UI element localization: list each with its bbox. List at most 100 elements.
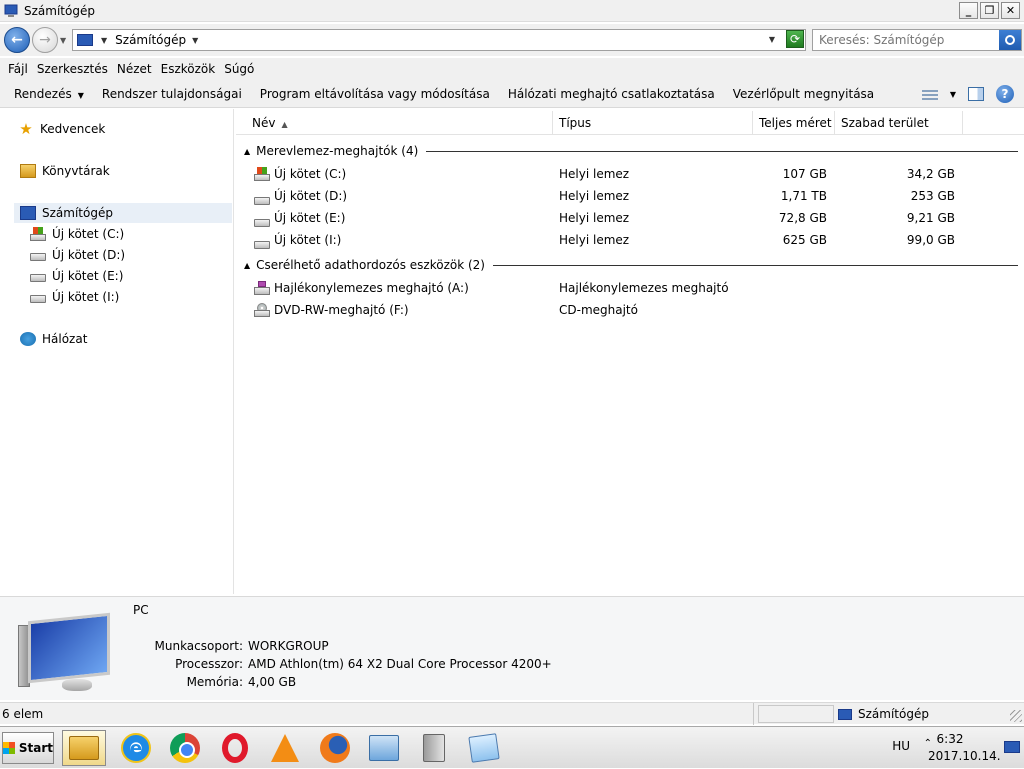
column-free-space[interactable]: Szabad terület — [835, 111, 963, 135]
window-title: Számítógép — [24, 3, 95, 18]
chevron-down-icon[interactable]: ▼ — [192, 36, 198, 45]
resize-grip[interactable] — [1010, 710, 1022, 722]
sidebar-item-libraries[interactable]: Könyvtárak — [20, 161, 110, 181]
column-type[interactable]: Típus — [553, 111, 753, 135]
table-row[interactable]: Új kötet (C:) Helyi lemez 107 GB 34,2 GB — [252, 163, 972, 185]
search-input[interactable] — [813, 30, 997, 50]
minimize-button[interactable]: _ — [959, 2, 978, 19]
row-free: 253 GB — [910, 189, 955, 203]
status-location: Számítógép — [838, 703, 929, 725]
taskbar-opera[interactable] — [213, 730, 257, 766]
sidebar-item-network[interactable]: Hálózat — [20, 329, 87, 349]
chevron-down-icon[interactable]: ▼ — [101, 36, 107, 45]
chrome-icon — [170, 733, 200, 763]
menu-file[interactable]: Fájl — [8, 62, 28, 76]
notes-icon — [468, 733, 500, 763]
address-row: ← → ▼ ▼ Számítógép ▼ ▼ ⟳ — [0, 24, 1024, 56]
clock-time[interactable]: 6:32 — [920, 732, 980, 746]
taskbar-explorer[interactable] — [62, 730, 106, 766]
breadcrumb-computer[interactable]: Számítógép — [115, 33, 186, 47]
organize-label: Rendezés — [14, 86, 72, 101]
status-location-label: Számítógép — [858, 707, 929, 721]
taskbar-firefox[interactable] — [313, 730, 357, 766]
row-name: Hajlékonylemezes meghajtó (A:) — [274, 281, 469, 295]
row-name: Új kötet (E:) — [274, 211, 346, 225]
item-count: 6 elem — [2, 703, 754, 725]
computer-icon — [20, 206, 36, 220]
help-icon[interactable]: ? — [996, 85, 1014, 103]
column-name-label: Név — [252, 116, 276, 130]
sidebar-item-label: Számítógép — [42, 206, 113, 220]
table-row[interactable]: Új kötet (D:) Helyi lemez 1,71 TB 253 GB — [252, 185, 972, 207]
menu-edit[interactable]: Szerkesztés — [37, 62, 108, 76]
open-control-panel-button[interactable]: Vezérlőpult megnyitása — [733, 87, 874, 101]
sidebar-item-label: Új kötet (D:) — [52, 248, 126, 262]
search-button[interactable] — [999, 30, 1021, 50]
arrow-right-icon: → — [39, 32, 51, 48]
sidebar-item-drive-i[interactable]: Új kötet (I:) — [30, 287, 119, 307]
collapse-icon[interactable]: ▲ — [244, 261, 250, 270]
system-drive-icon — [30, 227, 46, 241]
address-bar[interactable]: ▼ Számítógép ▼ ▼ — [72, 29, 806, 51]
hard-drive-icon — [30, 253, 46, 261]
group-removable-devices[interactable]: ▲ Cserélhető adathordozós eszközök (2) — [244, 256, 1018, 274]
collapse-icon[interactable]: ▲ — [244, 147, 250, 156]
table-row[interactable]: DVD-RW-meghajtó (F:) CD-meghajtó — [252, 299, 972, 321]
start-label: Start — [18, 741, 53, 755]
sidebar-item-drive-c[interactable]: Új kötet (C:) — [30, 224, 124, 244]
taskbar-vlc[interactable] — [263, 730, 307, 766]
taskbar-address-book[interactable] — [412, 730, 456, 766]
clock-date[interactable]: 2017.10.14. — [928, 749, 1001, 763]
maximize-button[interactable]: ❐ — [980, 2, 999, 19]
address-history-dropdown[interactable]: ▼ — [769, 35, 775, 44]
start-button[interactable]: Start — [2, 732, 54, 764]
menu-help[interactable]: Súgó — [224, 62, 254, 76]
taskbar-notes[interactable] — [462, 730, 506, 766]
file-list: Név ▲ Típus Teljes méret Szabad terület ▲… — [236, 109, 1024, 594]
system-properties-button[interactable]: Rendszer tulajdonságai — [102, 87, 242, 101]
arrow-left-icon: ← — [11, 32, 23, 48]
taskbar-internet-explorer[interactable]: e — [114, 730, 158, 766]
table-row[interactable]: Új kötet (E:) Helyi lemez 72,8 GB 9,21 G… — [252, 207, 972, 229]
row-total: 1,71 TB — [780, 189, 827, 203]
column-name[interactable]: Név ▲ — [246, 111, 553, 135]
memory-label: Memória: — [186, 675, 243, 689]
preview-pane-icon[interactable] — [968, 87, 984, 101]
system-drive-icon — [254, 167, 270, 181]
recent-pages-dropdown[interactable]: ▼ — [60, 36, 66, 45]
chevron-down-icon[interactable]: ▼ — [950, 90, 956, 99]
uninstall-program-button[interactable]: Program eltávolítása vagy módosítása — [260, 87, 490, 101]
explorer-icon — [69, 736, 99, 760]
show-desktop-icon[interactable] — [1004, 741, 1020, 753]
sidebar-item-computer[interactable]: Számítógép — [14, 203, 232, 223]
close-button[interactable]: ✕ — [1001, 2, 1020, 19]
column-total-size[interactable]: Teljes méret — [753, 111, 835, 135]
group-hard-drives[interactable]: ▲ Merevlemez-meghajtók (4) — [244, 142, 1018, 160]
star-icon: ★ — [19, 120, 33, 138]
forward-button[interactable]: → — [32, 27, 58, 53]
sidebar-item-drive-e[interactable]: Új kötet (E:) — [30, 266, 123, 286]
table-row[interactable]: Hajlékonylemezes meghajtó (A:) Hajlékony… — [252, 277, 972, 299]
processor-label: Processzor: — [175, 657, 243, 671]
menu-tools[interactable]: Eszközök — [161, 62, 216, 76]
search-box[interactable] — [812, 29, 1022, 51]
sidebar-item-label: Új kötet (E:) — [52, 269, 124, 283]
chevron-down-icon: ▼ — [77, 90, 84, 100]
row-name: Új kötet (D:) — [274, 189, 348, 203]
map-network-drive-button[interactable]: Hálózati meghajtó csatlakoztatása — [508, 87, 715, 101]
table-row[interactable]: Új kötet (I:) Helyi lemez 625 GB 99,0 GB — [252, 229, 972, 251]
sidebar-item-drive-d[interactable]: Új kötet (D:) — [30, 245, 125, 265]
title-bar: Számítógép _ ❐ ✕ — [0, 0, 1024, 22]
sidebar-item-label: Kedvencek — [40, 122, 106, 136]
organize-button[interactable]: Rendezés ▼ — [14, 87, 84, 101]
refresh-button[interactable]: ⟳ — [786, 30, 804, 48]
taskbar-chrome[interactable] — [163, 730, 207, 766]
view-options-icon[interactable] — [921, 88, 938, 100]
language-indicator[interactable]: HU — [892, 739, 910, 753]
sidebar-item-label: Új kötet (C:) — [52, 227, 125, 241]
menu-view[interactable]: Nézet — [117, 62, 152, 76]
sidebar-item-favorites[interactable]: ★ Kedvencek — [18, 119, 105, 139]
back-button[interactable]: ← — [4, 27, 30, 53]
taskbar-control-panel[interactable] — [362, 730, 406, 766]
hard-drive-icon — [30, 274, 46, 282]
